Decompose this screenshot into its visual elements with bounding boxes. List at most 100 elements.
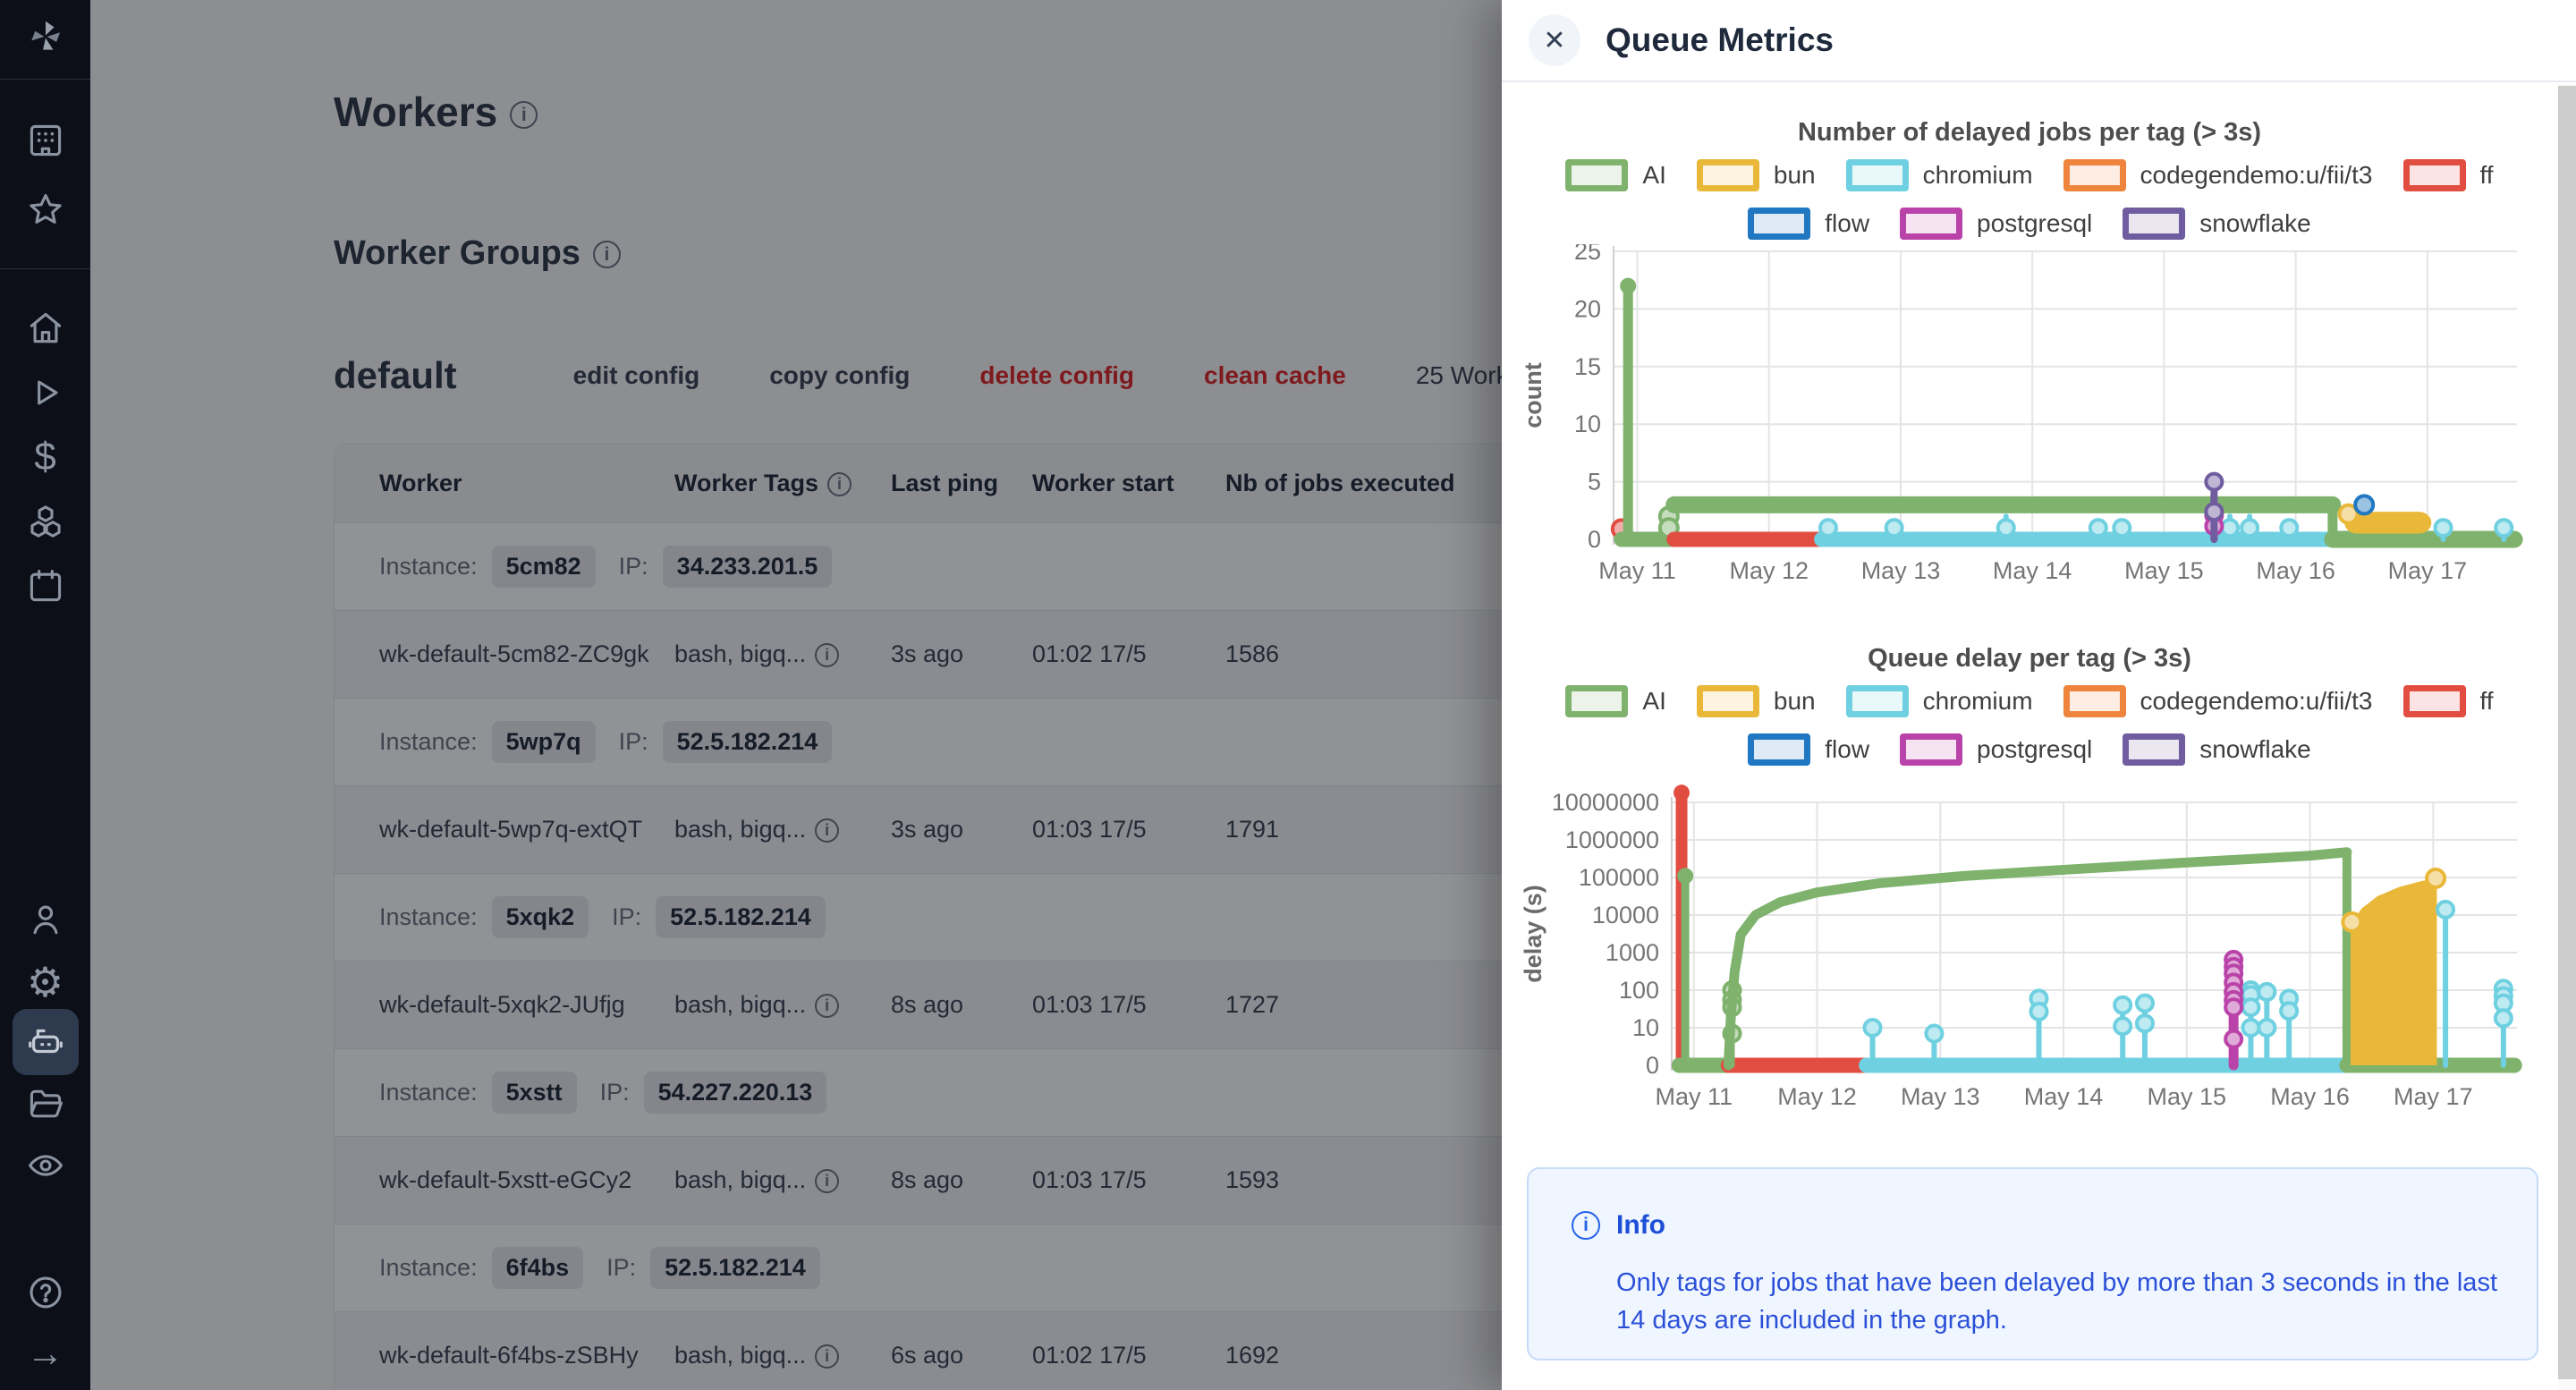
svg-text:100: 100 [1619, 977, 1659, 1004]
legend-item[interactable]: bun [1697, 159, 1816, 191]
legend-item[interactable]: codegendemo:u/fii/t3 [2063, 685, 2373, 717]
runs-play-icon[interactable] [25, 372, 66, 413]
svg-text:delay (s): delay (s) [1520, 885, 1546, 983]
drawer-backdrop[interactable] [90, 0, 1502, 1390]
svg-text:May 11: May 11 [1598, 557, 1676, 584]
chart-queue-delay: Queue delay per tag (> 3s) AI bun chromium… [1520, 631, 2539, 1150]
legend-swatch [1846, 159, 1909, 191]
legend-item[interactable]: AI [1565, 685, 1665, 717]
legend-item[interactable]: flow [1748, 208, 1869, 240]
legend-item[interactable]: codegendemo:u/fii/t3 [2063, 159, 2373, 191]
legend-swatch [2123, 733, 2185, 766]
svg-text:25: 25 [1574, 244, 1601, 265]
svg-text:May 15: May 15 [2124, 557, 2204, 584]
legend-item[interactable]: chromium [1846, 685, 2033, 717]
svg-text:0: 0 [1646, 1052, 1659, 1079]
legend-swatch [2403, 159, 2466, 191]
variables-dollar-icon[interactable]: $ [25, 436, 66, 478]
legend-swatch [1565, 685, 1628, 717]
queue-metrics-drawer: ✕ Queue Metrics Number of delayed jobs p… [1502, 0, 2576, 1390]
legend-item[interactable]: bun [1697, 685, 1816, 717]
scrollbar-thumb[interactable] [2558, 86, 2576, 1379]
svg-text:15: 15 [1574, 353, 1601, 380]
chart-title: Queue delay per tag (> 3s) [1520, 644, 2539, 674]
help-icon[interactable] [25, 1272, 66, 1313]
legend-label: codegendemo:u/fii/t3 [2140, 687, 2373, 716]
expand-arrow-icon[interactable]: → [25, 1333, 66, 1374]
scrollbar-track[interactable] [2558, 84, 2576, 1390]
svg-text:10000: 10000 [1592, 902, 1659, 928]
legend-item[interactable]: flow [1748, 733, 1869, 766]
apps-icon[interactable] [25, 120, 66, 161]
legend-label: ff [2480, 161, 2494, 190]
svg-text:count: count [1520, 362, 1546, 428]
info-title: Info [1616, 1210, 1665, 1241]
svg-text:May 12: May 12 [1777, 1083, 1857, 1110]
resources-cubes-icon[interactable] [25, 501, 66, 542]
drawer-header: ✕ Queue Metrics [1502, 0, 2576, 82]
chart-legend-row2: flow postgresql snowflake [1520, 203, 2539, 244]
legend-label: flow [1825, 735, 1869, 764]
legend-label: bun [1774, 161, 1816, 190]
svg-text:10: 10 [1632, 1014, 1659, 1041]
svg-text:20: 20 [1574, 295, 1601, 322]
folders-icon[interactable] [25, 1083, 66, 1124]
legend-swatch [2063, 159, 2126, 191]
legend-label: chromium [1923, 161, 2033, 190]
legend-swatch [1565, 159, 1628, 191]
legend-item[interactable]: postgresql [1900, 733, 2092, 766]
sidebar-divider [0, 268, 90, 269]
legend-swatch [1697, 685, 1759, 717]
svg-text:May 16: May 16 [2256, 557, 2335, 584]
chart-canvas[interactable]: 010100100010000100000100000010000000May … [1520, 770, 2539, 1146]
legend-item[interactable]: postgresql [1900, 208, 2092, 240]
legend-item[interactable]: AI [1565, 159, 1665, 191]
legend-swatch [1846, 685, 1909, 717]
legend-item[interactable]: ff [2403, 159, 2494, 191]
legend-label: flow [1825, 209, 1869, 238]
user-icon[interactable] [25, 899, 66, 940]
legend-item[interactable]: snowflake [2123, 733, 2311, 766]
sidebar: $ ⚙ → [0, 0, 90, 1390]
svg-text:May 14: May 14 [2024, 1083, 2104, 1110]
svg-text:May 15: May 15 [2148, 1083, 2227, 1110]
legend-swatch [2403, 685, 2466, 717]
svg-text:May 17: May 17 [2394, 1083, 2473, 1110]
chart-legend-row2: flow postgresql snowflake [1520, 729, 2539, 770]
legend-swatch [1697, 159, 1759, 191]
legend-swatch [1748, 733, 1810, 766]
drawer-title: Queue Metrics [1606, 21, 1834, 59]
legend-label: AI [1642, 687, 1665, 716]
audit-eye-icon[interactable] [25, 1145, 66, 1186]
home-icon[interactable] [25, 308, 66, 349]
chart-legend-row1: AI bun chromium codegendemo:u/fii/t3 ff [1520, 155, 2539, 196]
close-icon[interactable]: ✕ [1529, 14, 1580, 66]
schedules-calendar-icon[interactable] [25, 565, 66, 606]
svg-text:May 17: May 17 [2388, 557, 2468, 584]
favorites-star-icon[interactable] [25, 190, 66, 231]
chart-legend-row1: AI bun chromium codegendemo:u/fii/t3 ff [1520, 681, 2539, 722]
windmill-logo[interactable] [25, 16, 66, 57]
legend-label: AI [1642, 161, 1665, 190]
settings-gear-icon[interactable]: ⚙ [25, 962, 66, 1003]
legend-swatch [1900, 208, 1962, 240]
legend-label: snowflake [2199, 735, 2311, 764]
chart-delayed-jobs: Number of delayed jobs per tag (> 3s) AI… [1520, 106, 2539, 611]
svg-text:May 11: May 11 [1656, 1083, 1733, 1110]
legend-swatch [1748, 208, 1810, 240]
svg-text:May 12: May 12 [1729, 557, 1809, 584]
svg-text:1000000: 1000000 [1565, 826, 1659, 853]
workers-robot-icon[interactable] [13, 1009, 79, 1075]
svg-text:May 14: May 14 [1993, 557, 2072, 584]
sidebar-divider [0, 79, 90, 80]
svg-text:5: 5 [1588, 469, 1601, 496]
legend-swatch [2123, 208, 2185, 240]
legend-label: codegendemo:u/fii/t3 [2140, 161, 2373, 190]
svg-text:10: 10 [1574, 411, 1601, 437]
chart-canvas[interactable]: 0510152025May 11May 12May 13May 14May 15… [1520, 244, 2539, 606]
legend-item[interactable]: snowflake [2123, 208, 2311, 240]
svg-text:1000: 1000 [1606, 939, 1659, 966]
svg-text:May 13: May 13 [1861, 557, 1941, 584]
legend-item[interactable]: ff [2403, 685, 2494, 717]
legend-item[interactable]: chromium [1846, 159, 2033, 191]
